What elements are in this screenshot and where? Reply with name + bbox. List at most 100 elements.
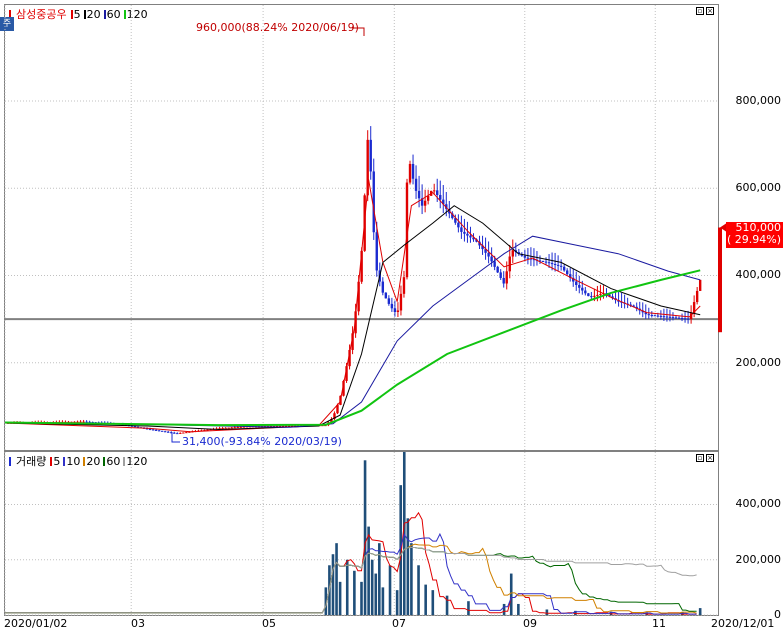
volume-y-tick: 200,000: [735, 552, 782, 566]
candle-body: [683, 318, 687, 320]
chart-window: 삼성중공우 5 20 60 120 ▫ × 주 거래량 5 10 20 60 120 ▫ × …: [0, 0, 783, 630]
candle-body: [677, 317, 681, 319]
volume-bar: [509, 573, 513, 615]
candle-body: [230, 427, 233, 429]
candle-body: [668, 316, 672, 318]
candle-body: [417, 190, 421, 199]
candle-body: [426, 195, 430, 201]
candle-body: [167, 431, 170, 433]
volume-bar: [445, 595, 449, 615]
candle-body: [224, 427, 227, 429]
candle-body: [526, 257, 530, 259]
candle-body: [553, 263, 557, 265]
candle-body: [584, 290, 587, 294]
candle-body: [133, 426, 137, 428]
volume-bar: [367, 526, 370, 615]
candle-body: [221, 427, 224, 429]
price-ma5-line: [4, 179, 701, 433]
volume-bar: [417, 565, 420, 615]
high-annotation: 960,000(88.24% 2020/06/19): [196, 21, 359, 34]
x-axis-label: 03: [131, 617, 145, 630]
candle-body: [466, 233, 469, 236]
candle-body: [599, 294, 602, 296]
x-axis-label: 07: [392, 617, 406, 630]
candle-body: [656, 315, 660, 317]
candle-body: [556, 264, 560, 266]
volume-bar: [388, 565, 392, 615]
candle-body: [590, 296, 593, 298]
volume-bar: [381, 587, 385, 615]
candle-body: [587, 293, 590, 297]
candle-body: [578, 284, 581, 288]
candle-body: [463, 231, 466, 234]
candle-body: [575, 281, 578, 285]
candle-body: [399, 293, 403, 311]
candle-body: [402, 277, 406, 294]
candle-body: [396, 310, 400, 313]
last-change: ( 29.94%): [726, 233, 781, 246]
low-annotation: 31,400(-93.84% 2020/03/19): [182, 435, 342, 448]
candle-body: [408, 163, 412, 183]
candle-body: [695, 290, 699, 303]
candle-body: [565, 270, 569, 275]
x-axis-label: 2020/12/01: [711, 617, 775, 630]
x-axis-label: 2020/01/02: [4, 617, 68, 630]
candle-body: [550, 263, 554, 265]
candle-body: [227, 427, 230, 429]
last-candle-marker: [718, 227, 722, 333]
candle-body: [179, 432, 182, 434]
price-y-tick: 200,000: [735, 355, 782, 369]
candle-body: [523, 255, 527, 258]
volume-bar: [545, 609, 549, 615]
candle-body: [423, 200, 427, 206]
volume-bar: [431, 590, 435, 615]
candle-body: [502, 277, 505, 284]
x-axis-label: 11: [652, 617, 666, 630]
candle-body: [233, 427, 236, 429]
candle-body: [650, 314, 654, 316]
candle-body: [381, 281, 385, 293]
candle-body: [662, 316, 666, 318]
candle-body: [236, 427, 239, 429]
candle-body: [460, 227, 463, 232]
price-y-tick: 400,000: [735, 268, 782, 282]
volume-bar: [395, 590, 399, 615]
candle-body: [393, 308, 397, 313]
volume-y-tick: 0: [774, 608, 781, 621]
candle-body: [157, 430, 161, 432]
candle-body: [511, 250, 514, 257]
volume-y-tick: 400,000: [735, 497, 782, 511]
x-axis-label: 09: [523, 617, 537, 630]
candle-body: [547, 262, 551, 264]
volume-ma-line-60: [5, 547, 697, 614]
candle-body: [148, 428, 152, 430]
volume-bar: [410, 543, 413, 615]
candle-body: [457, 222, 460, 228]
candle-body: [505, 271, 508, 284]
volume-bar: [424, 584, 427, 615]
candle-body: [665, 316, 669, 318]
candle-body: [559, 265, 563, 267]
candle-body: [490, 256, 493, 262]
volume-bar: [502, 603, 506, 615]
last-price-tag: 510,000 ( 29.94%): [726, 222, 783, 248]
candle-body: [508, 256, 511, 272]
price-ma20-line: [4, 205, 701, 431]
candle-body: [432, 190, 436, 192]
candle-body: [239, 426, 242, 428]
candle-body: [176, 433, 179, 435]
candle-body: [387, 298, 391, 304]
candle-body: [698, 279, 702, 291]
candle-body: [544, 261, 548, 263]
volume-bar: [517, 603, 520, 615]
candle-body: [160, 430, 164, 432]
candle-body: [390, 303, 394, 309]
candle-body: [499, 272, 502, 278]
volume-ma-line-20: [5, 543, 697, 614]
candle-body: [659, 315, 663, 317]
x-axis-label: 05: [262, 617, 276, 630]
volume-bar: [374, 573, 378, 615]
volume-bar: [360, 581, 363, 615]
volume-ma-line-120: [5, 547, 697, 614]
volume-bar: [345, 559, 349, 615]
